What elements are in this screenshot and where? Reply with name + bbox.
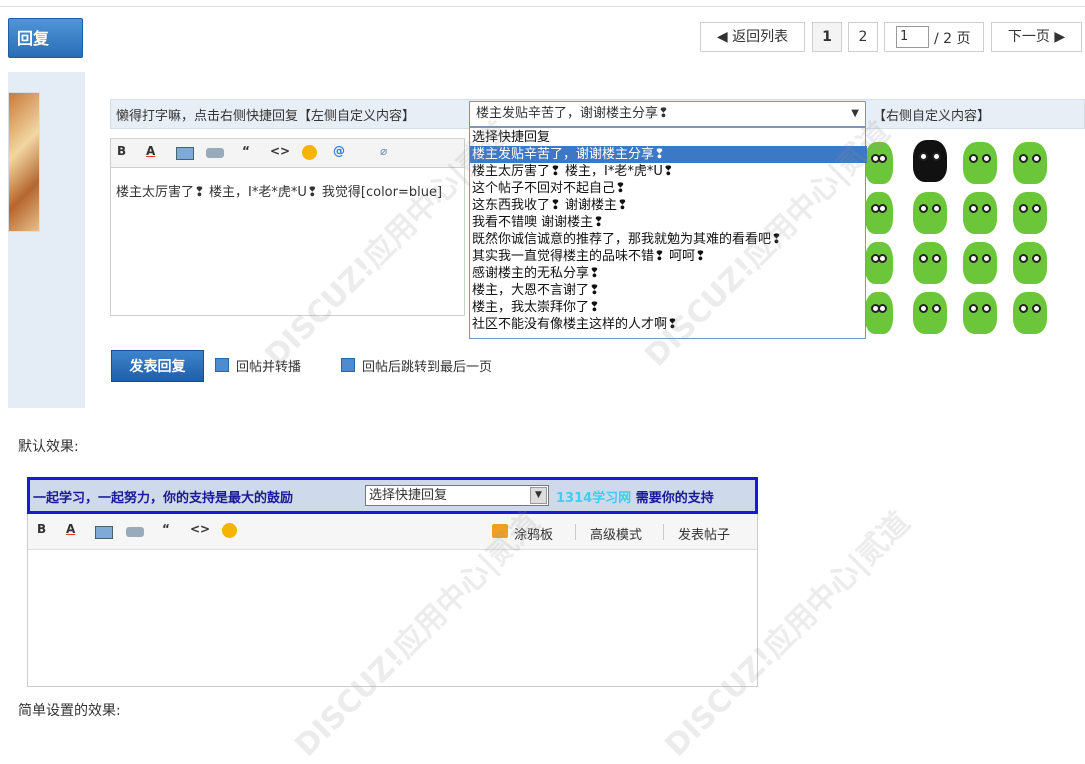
image-icon[interactable] [176,147,194,160]
advanced-mode-link[interactable]: 高级模式 [590,524,642,543]
page-number-input[interactable]: 1 [896,26,929,48]
quick-reply-option[interactable]: 楼主太厉害了❢ 楼主，I*老*虎*U❢ [472,163,864,180]
emoticon-icon[interactable] [913,292,947,334]
emoticon-icon[interactable] [1013,142,1047,184]
jump-last-page-checkbox[interactable] [341,358,355,372]
default-support-text: 需要你的支持 [635,491,714,506]
default-quick-reply-select[interactable]: 选择快捷回复 ▼ [365,485,549,506]
emoticon-icon[interactable] [963,242,997,284]
page-total: / 2 页 [934,31,971,47]
emoticon-icon[interactable] [865,192,893,234]
emoticon-icon[interactable] [913,242,947,284]
attachment-icon[interactable]: ⌀ [380,144,387,158]
smiley-icon[interactable] [302,145,317,160]
doodle-icon [492,524,508,538]
at-icon[interactable]: @ [333,144,345,158]
quick-reply-select[interactable]: 楼主发贴辛苦了，谢谢楼主分享❢ ▼ [469,101,866,127]
quick-reply-option[interactable]: 我看不错噢 谢谢楼主❢ [472,214,864,231]
submit-reply-button[interactable]: 发表回复 [111,350,204,382]
emoticon-icon[interactable] [865,242,893,284]
quick-reply-option[interactable]: 楼主，我太崇拜你了❢ [472,299,864,316]
font-color-icon[interactable]: A [66,522,75,536]
quick-reply-option[interactable]: 这个帖子不回对不起自己❢ [472,180,864,197]
emoticon-icon[interactable] [963,142,997,184]
quick-reply-option[interactable]: 楼主，大恩不言谢了❢ [472,282,864,299]
quick-reply-right-text: 【右侧自定义内容】 [873,109,991,124]
emoticon-icon[interactable] [1013,292,1047,334]
default-effect-heading: 默认效果: [18,439,79,455]
quote-icon[interactable]: “ [162,522,170,536]
quick-reply-option[interactable]: 社区不能没有像楼主这样的人才啊❢ [472,316,864,333]
jump-last-page-label: 回帖后跳转到最后一页 [362,360,493,375]
emoticon-icon[interactable] [963,192,997,234]
avatar [8,92,40,232]
emoticon-icon[interactable] [865,292,893,334]
default-left-text: 一起学习，一起努力，你的支持是最大的鼓励 [33,491,294,506]
quick-reply-option[interactable]: 既然你诚信诚意的推荐了，那我就勉为其难的看看吧❢ [472,231,864,248]
emoticon-icon[interactable] [913,192,947,234]
code-icon[interactable]: <> [190,522,210,536]
code-icon[interactable]: <> [270,144,290,158]
divider [575,524,576,540]
back-to-list-button[interactable]: ◀ 返回列表 [700,22,805,52]
dropdown-arrow-icon: ▼ [851,108,859,119]
next-page-button[interactable]: 下一页 ▶ [991,22,1082,52]
emoticon-icon[interactable] [963,292,997,334]
quick-reply-option[interactable]: 这东西我收了❢ 谢谢楼主❢ [472,197,864,214]
emoticon-icon[interactable] [1013,192,1047,234]
top-divider [0,6,1085,7]
bold-icon[interactable]: B [37,522,46,536]
quick-reply-option-selected[interactable]: 楼主发贴辛苦了，谢谢楼主分享❢ [470,146,867,163]
quick-reply-left-text: 懒得打字嘛，点击右侧快捷回复【左侧自定义内容】 [116,109,416,124]
quick-reply-option[interactable]: 选择快捷回复 [472,129,864,146]
bold-icon[interactable]: B [117,144,126,158]
default-select-value: 选择快捷回复 [369,488,448,503]
quote-icon[interactable]: “ [242,144,250,158]
image-icon[interactable] [95,526,113,539]
doodle-board-link[interactable]: 涂鸦板 [514,524,553,543]
page-1-button[interactable]: 1 [812,22,842,52]
post-thread-link[interactable]: 发表帖子 [678,524,730,543]
quick-reply-selected-value: 楼主发贴辛苦了，谢谢楼主分享❢ [476,106,669,121]
emoticon-icon[interactable] [913,140,947,182]
editor-text: 楼主太厉害了❢ 楼主，I*老*虎*U❢ 我觉得[color=blue] [116,185,443,200]
emoticon-icon[interactable] [1013,242,1047,284]
quick-reply-option[interactable]: 感谢楼主的无私分享❢ [472,265,864,282]
dropdown-arrow-icon: ▼ [530,487,547,504]
link-icon[interactable] [206,148,224,158]
default-right-text: 1314学习网 需要你的支持 [556,487,714,506]
page-2-button[interactable]: 2 [848,22,878,52]
default-site-name: 1314学习网 [556,491,632,506]
repost-label: 回帖并转播 [236,360,302,375]
smiley-icon[interactable] [222,523,237,538]
reply-button[interactable]: 回复 [8,18,83,58]
link-icon[interactable] [126,527,144,537]
emoticon-icon[interactable] [865,142,893,184]
repost-checkbox[interactable] [215,358,229,372]
simple-effect-heading: 简单设置的效果: [18,703,121,719]
divider [663,524,664,540]
font-color-icon[interactable]: A [146,144,155,158]
quick-reply-option[interactable]: 其实我一直觉得楼主的品味不错❢ 呵呵❢ [472,248,864,265]
